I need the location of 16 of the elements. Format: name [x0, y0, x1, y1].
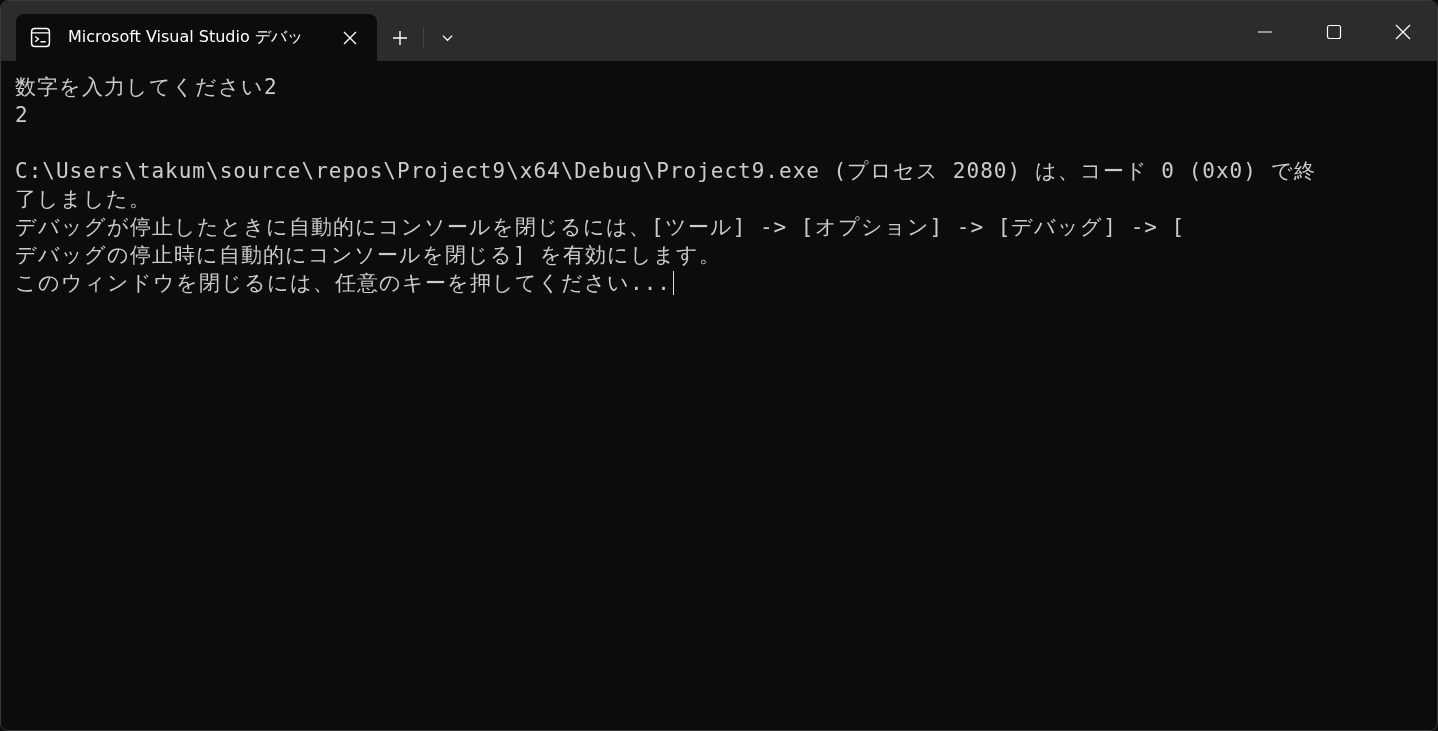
console-line: このウィンドウを閉じるには、任意のキーを押してください... [15, 270, 671, 297]
console-line: デバッグが停止したときに自動的にコンソールを閉じるには、[ツール] -> [オプション] -> [デバッグ] -> [ [15, 214, 1186, 241]
console-line: デバッグの停止時に自動的にコンソールを閉じる] を有効にします。 [15, 242, 722, 269]
minimize-icon [1256, 30, 1273, 33]
terminal-icon [30, 27, 51, 48]
tab-title: Microsoft Visual Studio デバッ [68, 27, 304, 48]
text-cursor [672, 271, 675, 295]
console-line: 数字を入力してください2 [15, 74, 278, 101]
close-icon [343, 30, 357, 45]
console-line: 了しました。 [15, 186, 151, 213]
console-line: C:\Users\takum\source\repos\Project9\x64\Debug\Project9.exe (プロセス 2080) は、コード 0 (0x0) で終 [15, 158, 1316, 185]
close-icon [1394, 23, 1411, 40]
console-line: 2 [15, 103, 29, 127]
plus-icon [392, 29, 408, 46]
terminal-tab[interactable]: Microsoft Visual Studio デバッ [16, 14, 377, 61]
maximize-icon [1325, 23, 1342, 40]
